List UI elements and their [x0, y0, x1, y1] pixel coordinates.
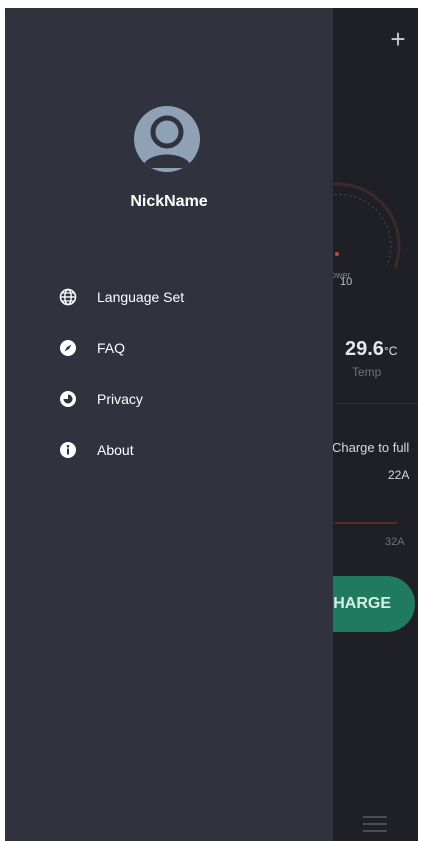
phone-screen: + ower 10 29.6°C Temp Charge to full 22A… — [5, 8, 418, 841]
menu-item-privacy[interactable]: Privacy — [59, 373, 319, 424]
current-indicator-line — [335, 522, 397, 524]
charge-to-full-label: Charge to full — [332, 440, 410, 455]
drawer-menu: Language Set FAQ Privacy About — [59, 271, 319, 475]
temperature-value: 29.6°C — [345, 338, 397, 361]
plus-icon[interactable]: + — [385, 26, 411, 52]
menu-item-label: About — [97, 441, 134, 458]
menu-lines-icon[interactable] — [363, 816, 387, 832]
compass-icon — [60, 339, 76, 356]
globe-icon — [59, 288, 77, 305]
info-icon — [60, 441, 76, 458]
gauge-max-value: 10 — [340, 276, 353, 288]
temperature-label: Temp — [352, 365, 382, 379]
navigation-drawer: NickName Language Set FAQ Privacy About — [5, 8, 333, 841]
menu-item-about[interactable]: About — [59, 424, 319, 475]
current-value-1: 22A — [388, 468, 410, 482]
nickname[interactable]: NickName — [5, 193, 333, 211]
current-value-2: 32A — [385, 536, 405, 548]
menu-item-label: Language Set — [97, 288, 185, 305]
menu-item-label: FAQ — [97, 339, 126, 356]
user-silhouette-icon — [142, 115, 192, 168]
avatar[interactable] — [134, 106, 200, 172]
menu-item-faq[interactable]: FAQ — [59, 322, 319, 373]
divider — [335, 403, 418, 404]
temperature-unit: °C — [383, 344, 398, 358]
menu-item-language[interactable]: Language Set — [59, 271, 319, 322]
menu-item-label: Privacy — [97, 390, 143, 407]
privacy-icon — [60, 390, 76, 407]
temperature-number: 29.6 — [345, 338, 384, 360]
